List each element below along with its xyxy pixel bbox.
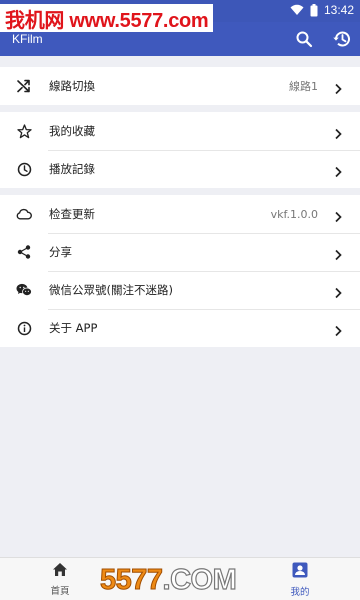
- menu-item-label: 检查更新: [49, 207, 95, 221]
- chevron-right-icon: [332, 80, 344, 95]
- watermark-domain: .COM: [162, 563, 237, 596]
- search-icon[interactable]: [292, 27, 316, 51]
- info-icon: [16, 320, 32, 336]
- nav-item-label: 首頁: [50, 586, 70, 597]
- watermark-number: 5577: [100, 563, 164, 596]
- menu-item-value: 線路1: [289, 80, 318, 93]
- watermark-top: 我机网 www.5577.com: [0, 4, 214, 32]
- menu-group-route: 線路切換 線路1: [0, 67, 360, 105]
- watermark-bottom: 5577.COM: [100, 563, 278, 597]
- menu-item-value: vkf.1.0.0: [270, 207, 318, 221]
- clock-icon: [16, 161, 32, 177]
- menu-item-route-switch[interactable]: 線路切換 線路1: [0, 67, 360, 105]
- chevron-right-icon: [332, 246, 344, 261]
- menu-item-about[interactable]: 关于 APP: [0, 309, 360, 347]
- star-icon: [16, 123, 32, 139]
- cloud-icon: [16, 206, 32, 222]
- profile-icon: [292, 562, 308, 582]
- menu-item-share[interactable]: 分享: [0, 233, 360, 271]
- wechat-icon: [16, 282, 32, 298]
- shuffle-icon: [16, 78, 32, 94]
- menu-item-check-update[interactable]: 检查更新 vkf.1.0.0: [0, 195, 360, 233]
- status-time: 13:42: [323, 3, 354, 17]
- menu-item-label: 分享: [49, 245, 72, 259]
- nav-item-home[interactable]: 首頁: [30, 558, 90, 600]
- menu-item-label: 关于 APP: [49, 321, 98, 335]
- menu-item-wechat[interactable]: 微信公眾號(關注不迷路): [0, 271, 360, 309]
- chevron-right-icon: [332, 284, 344, 299]
- nav-item-mine[interactable]: 我的: [270, 558, 330, 600]
- menu-item-label: 我的收藏: [49, 124, 95, 138]
- battery-icon: [310, 3, 318, 17]
- watermark-top-text: 我机网 www.5577.com: [5, 9, 209, 32]
- watermark-bottom-text: 5577.COM: [100, 563, 238, 597]
- menu-group-app: 检查更新 vkf.1.0.0 分享 微信公眾號(關注不迷路) 关于 APP: [0, 195, 360, 347]
- menu-item-label: 微信公眾號(關注不迷路): [49, 283, 173, 297]
- home-icon: [52, 562, 68, 581]
- chevron-right-icon: [332, 163, 344, 178]
- nav-item-label: 我的: [290, 586, 310, 598]
- share-icon: [16, 244, 32, 260]
- menu-item-label: 線路切換: [49, 79, 95, 93]
- app-title: KFilm: [12, 32, 43, 46]
- menu-item-favorites[interactable]: 我的收藏: [0, 112, 360, 150]
- history-icon[interactable]: [330, 27, 354, 51]
- menu-item-label: 播放記錄: [49, 162, 95, 176]
- status-indicators: 13:42: [290, 3, 354, 17]
- chevron-right-icon: [332, 125, 344, 140]
- chevron-right-icon: [332, 322, 344, 337]
- wifi-icon: [290, 4, 304, 16]
- menu-group-library: 我的收藏 播放記錄: [0, 112, 360, 188]
- chevron-right-icon: [332, 208, 344, 223]
- menu-item-play-history[interactable]: 播放記錄: [0, 150, 360, 188]
